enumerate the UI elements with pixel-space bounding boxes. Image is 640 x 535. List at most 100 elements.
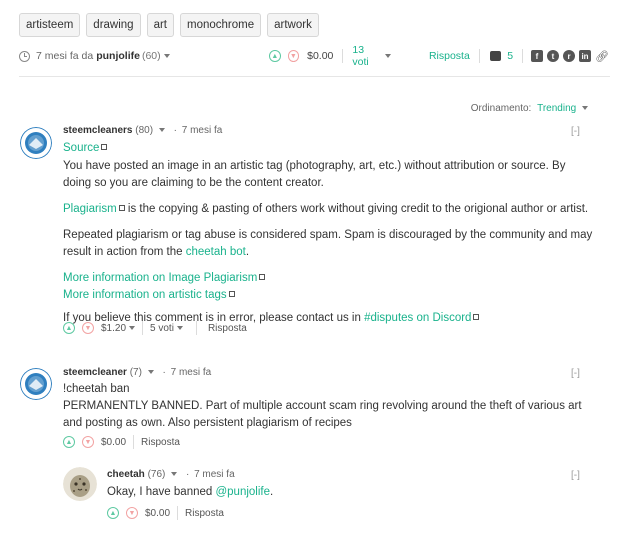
reply-button[interactable]: Risposta — [208, 323, 247, 334]
upvote-icon[interactable]: ▲ — [63, 436, 75, 448]
author-dropdown-icon[interactable] — [147, 370, 154, 375]
upvote-icon[interactable]: ▲ — [63, 322, 75, 334]
more-info-tags-link[interactable]: More information on artistic tags — [63, 289, 227, 301]
collapse-button[interactable]: [-] — [571, 368, 580, 379]
reply-button[interactable]: Risposta — [185, 508, 224, 519]
plagiarism-link[interactable]: Plagiarism — [63, 203, 117, 215]
avatar[interactable] — [63, 467, 97, 501]
comment-line: !cheetah ban — [63, 383, 130, 395]
cheetah-bot-link[interactable]: cheetah bot — [186, 246, 246, 258]
sort-control[interactable]: Ordinamento: Trending — [471, 103, 588, 114]
comment-header: steemcleaners (80) · 7 mesi fa — [63, 125, 222, 136]
sort-dropdown-icon[interactable] — [582, 106, 588, 111]
sort-label: Ordinamento: — [470, 103, 532, 114]
comment-text: Okay, I have banned — [107, 486, 216, 498]
comment-author-rep: (76) — [147, 469, 166, 480]
comment-paragraph: Repeated plagiarism or tag abuse is cons… — [63, 227, 593, 261]
facebook-icon[interactable]: f — [531, 50, 544, 62]
post-time: 7 mesi fa da — [36, 50, 94, 62]
clock-icon — [19, 50, 30, 62]
comment-body: Okay, I have banned @punjolife. — [107, 484, 557, 501]
more-info-tags: More information on artistic tags — [63, 287, 593, 304]
upvote-icon[interactable]: ▲ — [107, 507, 119, 519]
post-divider — [19, 76, 610, 77]
comment-footer: ▲ ▼ $0.00 Risposta — [63, 435, 180, 449]
comment-payout[interactable]: $0.00 — [145, 508, 170, 519]
external-link-icon — [228, 291, 235, 297]
downvote-icon[interactable]: ▼ — [126, 507, 138, 519]
twitter-icon[interactable]: t — [547, 50, 560, 62]
divider — [195, 321, 197, 335]
collapse-button[interactable]: [-] — [571, 470, 580, 481]
tag-art[interactable]: art — [146, 13, 174, 37]
post-reply-button[interactable]: Risposta — [429, 50, 470, 62]
post-votes[interactable]: 13 voti — [352, 44, 382, 68]
tag-drawing[interactable]: drawing — [86, 13, 141, 37]
collapse-button[interactable]: [-] — [571, 126, 580, 137]
bullet: · — [185, 469, 190, 480]
comment-footer: ▲ ▼ $0.00 Risposta — [107, 506, 224, 520]
comment-time[interactable]: 7 mesi fa — [194, 469, 235, 480]
downvote-icon[interactable]: ▼ — [82, 436, 94, 448]
votes-dropdown-icon[interactable] — [384, 54, 391, 58]
post-actions: ▲ ▼ $0.00 13 voti Risposta 5 f t r in 🔗︎ — [269, 44, 609, 68]
avatar[interactable] — [20, 127, 52, 159]
comment-paragraph: Plagiarism is the copying & pasting of o… — [63, 201, 593, 218]
external-link-icon — [259, 274, 266, 280]
comment-author[interactable]: steemcleaner — [63, 367, 127, 378]
comment-author[interactable]: steemcleaners — [63, 125, 133, 136]
comment-payout[interactable]: $1.20 — [101, 323, 126, 334]
comment-author-rep: (80) — [135, 125, 154, 136]
linkedin-icon[interactable]: in — [579, 50, 592, 62]
external-link-icon — [473, 314, 480, 320]
tag-monochrome[interactable]: monochrome — [180, 13, 262, 37]
divider — [177, 506, 179, 520]
tag-artwork[interactable]: artwork — [267, 13, 319, 37]
comment-header: cheetah (76) · 7 mesi fa — [107, 469, 235, 480]
comment-header: steemcleaner (7) · 7 mesi fa — [63, 367, 211, 378]
author-dropdown-icon[interactable] — [158, 128, 165, 133]
author-dropdown-icon[interactable] — [171, 472, 178, 477]
comment-time[interactable]: 7 mesi fa — [182, 125, 223, 136]
reply-button[interactable]: Risposta — [141, 437, 180, 448]
comment-author[interactable]: cheetah — [107, 469, 145, 480]
source-link[interactable]: Source — [63, 142, 99, 154]
author-dropdown-icon[interactable] — [163, 54, 170, 58]
comments-icon[interactable] — [489, 51, 502, 61]
tag-artisteem[interactable]: artisteem — [19, 13, 81, 37]
paragraph-text: Repeated plagiarism or tag abuse is cons… — [63, 229, 593, 258]
more-info-plagiarism-link[interactable]: More information on Image Plagiarism — [63, 272, 257, 284]
sort-value[interactable]: Trending — [537, 103, 576, 114]
comment-paragraph: You have posted an image in an artistic … — [63, 160, 566, 189]
reddit-icon[interactable]: r — [563, 50, 576, 62]
comments-count[interactable]: 5 — [507, 50, 513, 62]
downvote-icon[interactable]: ▼ — [287, 50, 300, 62]
paragraph-text: is the copying & pasting of others work … — [124, 203, 589, 215]
comment-payout[interactable]: $0.00 — [101, 437, 126, 448]
mention-link[interactable]: @punjolife — [215, 486, 270, 498]
comment-body: Source You have posted an image in an ar… — [63, 140, 593, 333]
comment-line: PERMANENTLY BANNED. Part of multiple acc… — [63, 400, 582, 429]
divider — [522, 49, 524, 63]
votes-dropdown-icon[interactable] — [176, 326, 183, 330]
avatar[interactable] — [20, 368, 52, 400]
divider — [133, 435, 135, 449]
link-icon[interactable]: 🔗︎ — [595, 50, 609, 63]
discord-link[interactable]: #disputes on Discord — [364, 312, 471, 324]
upvote-icon[interactable]: ▲ — [269, 50, 281, 62]
comment-body: !cheetah ban PERMANENTLY BANNED. Part of… — [63, 381, 583, 432]
post-author[interactable]: punjolife — [96, 50, 140, 62]
comment-text: . — [270, 486, 274, 498]
comment-author-rep: (7) — [129, 367, 142, 378]
comment-footer: ▲ ▼ $1.20 5 voti Risposta — [63, 321, 247, 335]
post-meta-bar: 7 mesi fa da punjolife (60) ▲ ▼ $0.00 13… — [19, 44, 610, 68]
bullet: · — [173, 125, 177, 136]
comment-votes[interactable]: 5 voti — [150, 323, 174, 334]
payout-dropdown-icon[interactable] — [129, 326, 136, 330]
external-link-icon — [101, 144, 108, 150]
post-payout[interactable]: $0.00 — [307, 50, 333, 62]
post-author-rep: (60) — [141, 50, 161, 62]
downvote-icon[interactable]: ▼ — [82, 322, 94, 334]
comment-time[interactable]: 7 mesi fa — [171, 367, 212, 378]
share-icons: f t r in 🔗︎ — [531, 50, 609, 63]
